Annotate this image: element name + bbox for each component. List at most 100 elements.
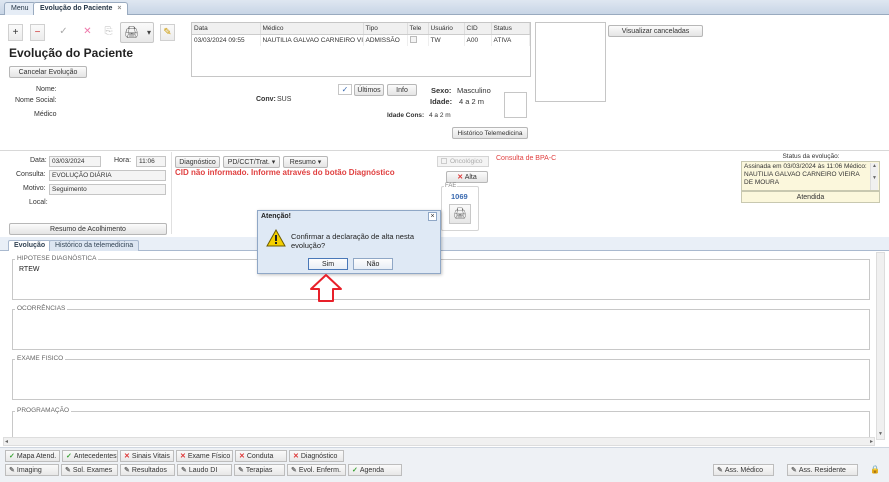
col-usuario[interactable]: Usuário: [428, 23, 465, 35]
col-tipo[interactable]: Tipo: [363, 23, 408, 35]
historico-telemedicina-button[interactable]: Histórico Telemedicina: [452, 127, 528, 139]
red-arrow-annotation: [310, 274, 342, 302]
section-label: HIPOTESE DIAGNÓSTICA: [15, 255, 99, 262]
mapa-atend-button[interactable]: ✓ Mapa Atend.: [5, 450, 60, 462]
printer-icon[interactable]: 🖨: [449, 204, 471, 224]
consulta-label: Consulta:: [16, 171, 46, 178]
tab-evolucao-paciente[interactable]: Evolução do Paciente ×: [33, 2, 129, 15]
fae-label: FAE: [444, 183, 458, 189]
resumo-acolhimento-button[interactable]: Resumo de Acolhimento: [9, 223, 167, 235]
idade-cons-value: 4 a 2 m: [429, 112, 451, 119]
cell-data: 03/03/2024 09:55: [192, 34, 261, 46]
sim-button[interactable]: Sim: [308, 258, 348, 270]
checkbox-icon: [441, 158, 447, 164]
print-split-button[interactable]: 🖨 ▾: [120, 22, 154, 43]
pencil-icon: ✎: [65, 467, 71, 474]
x-icon: ✕: [124, 453, 130, 460]
cancel-evolution-button[interactable]: Cancelar Evolução: [9, 66, 87, 78]
sections-scroll-area: HIPOTESE DIAGNÓSTICA RTEW OCORRÊNCIAS EX…: [3, 252, 875, 440]
section-label: EXAME FISICO: [15, 355, 66, 362]
alta-button[interactable]: ✕ Alta: [446, 171, 488, 183]
laudo-di-button[interactable]: ✎ Laudo DI: [177, 464, 232, 476]
conduta-button[interactable]: ✕ Conduta: [235, 450, 287, 462]
pencil-icon: ✎: [791, 467, 797, 474]
cell-tipo: ADMISSÃO: [363, 34, 408, 46]
consulta-bpa-link[interactable]: Consulta de BPA-C: [496, 155, 556, 162]
nome-label: Nome:: [36, 86, 57, 93]
exame-fisico-button[interactable]: ✕ Exame Físico: [176, 450, 233, 462]
col-medico[interactable]: Médico: [260, 23, 364, 35]
consulta-field[interactable]: EVOLUÇÃO DIÁRIA: [49, 170, 166, 181]
tab-historico-telemedicina[interactable]: Histórico da telemedicina: [49, 240, 140, 251]
lock-icon[interactable]: 🔒: [869, 465, 881, 476]
col-status[interactable]: Status: [491, 23, 530, 35]
imaging-button[interactable]: ✎ Imaging: [5, 464, 59, 476]
tab-evolucao[interactable]: Evolução: [8, 240, 52, 251]
edit-icon[interactable]: ✎: [160, 24, 175, 41]
pencil-icon: ✎: [717, 467, 723, 474]
sexo-label: Sexo:: [431, 86, 452, 95]
scroll-left-icon[interactable]: ◂: [5, 438, 8, 445]
copy-icon[interactable]: ⎘: [101, 24, 116, 41]
idade-label: Idade:: [430, 97, 453, 106]
view-cancelled-button[interactable]: Visualizar canceladas: [608, 25, 703, 37]
motivo-field[interactable]: Seguimento: [49, 184, 166, 195]
pd-cct-trat-button[interactable]: PD/CCT/Trat. ▾: [223, 156, 280, 168]
evolution-grid: Data Médico Tipo Tele Usuário CID Status…: [191, 22, 531, 77]
data-field[interactable]: 03/03/2024: [49, 156, 101, 167]
cell-usuario: TW: [428, 34, 465, 46]
ultimos-button[interactable]: Últimos: [354, 84, 384, 96]
ass-residente-button[interactable]: ✎ Ass. Residente: [787, 464, 858, 476]
nao-button[interactable]: Não: [353, 258, 393, 270]
horizontal-scrollbar[interactable]: ◂ ▸: [3, 437, 875, 446]
antecedentes-button[interactable]: ✓ Antecedentes: [62, 450, 118, 462]
status-box: Assinada em 03/03/2024 às 11:06 Médico: …: [741, 161, 880, 191]
printer-icon: 🖨: [124, 25, 140, 39]
scroll-down-icon[interactable]: ▼: [878, 431, 883, 437]
evol-enferm-button[interactable]: ✎ Evol. Enferm.: [287, 464, 346, 476]
diagnostico-button[interactable]: Diagnóstico: [175, 156, 220, 168]
terapias-button[interactable]: ✎ Terapias: [234, 464, 285, 476]
programacao-section[interactable]: PROGRAMAÇÃO: [12, 407, 870, 440]
ocorrencias-section[interactable]: OCORRÊNCIAS: [12, 305, 870, 350]
pencil-icon: ✎: [181, 467, 187, 474]
col-cid[interactable]: CID: [464, 23, 492, 35]
resultados-button[interactable]: ✎ Resultados: [120, 464, 175, 476]
scroll-right-icon[interactable]: ▸: [870, 438, 873, 445]
col-data[interactable]: Data: [192, 23, 261, 35]
check-icon[interactable]: ✓: [56, 24, 71, 41]
pencil-icon: ✎: [124, 467, 130, 474]
scrollbar[interactable]: ▲ ▼: [870, 163, 878, 190]
section-label: OCORRÊNCIAS: [15, 305, 68, 312]
pencil-icon: ✎: [291, 467, 297, 474]
cancel-icon[interactable]: ✕: [80, 24, 95, 41]
tele-checkbox[interactable]: [409, 35, 417, 43]
photo-box: [535, 22, 606, 102]
col-tele[interactable]: Tele: [407, 23, 429, 35]
section-label: PROGRAMAÇÃO: [15, 407, 72, 414]
oncologico-checkbox[interactable]: Oncológico: [437, 156, 489, 167]
diagnostico-status-button[interactable]: ✕ Diagnóstico: [289, 450, 344, 462]
hipotese-text[interactable]: RTEW: [19, 266, 39, 273]
status-text: Assinada em 03/03/2024 às 11:06 Médico: …: [744, 163, 867, 186]
close-tab-icon[interactable]: ×: [117, 5, 121, 12]
sexo-value: Masculino: [457, 86, 491, 95]
agenda-button[interactable]: ✓ Agenda: [348, 464, 402, 476]
vertical-scrollbar[interactable]: ▼: [876, 252, 885, 440]
table-row[interactable]: 03/03/2024 09:55 NAUTILIA GALVAO CARNEIR…: [192, 34, 530, 46]
remove-icon[interactable]: −: [30, 24, 45, 41]
pencil-icon: ✎: [9, 467, 15, 474]
sol-exames-button[interactable]: ✎ Sol. Exames: [61, 464, 118, 476]
resumo-button[interactable]: Resumo ▾: [283, 156, 328, 168]
info-button[interactable]: Info: [387, 84, 417, 96]
sinais-vitais-button[interactable]: ✕ Sinais Vitais: [120, 450, 174, 462]
tab-menu[interactable]: Menu: [4, 2, 36, 15]
exame-fisico-section[interactable]: EXAME FISICO: [12, 355, 870, 400]
chevron-down-icon[interactable]: ✓: [338, 84, 352, 95]
hora-field[interactable]: 11:06: [136, 156, 166, 167]
close-icon[interactable]: ×: [428, 212, 437, 221]
ass-medico-button[interactable]: ✎ Ass. Médico: [713, 464, 774, 476]
add-icon[interactable]: +: [8, 24, 23, 41]
local-label: Local:: [29, 199, 48, 206]
cell-tele: [407, 34, 429, 46]
